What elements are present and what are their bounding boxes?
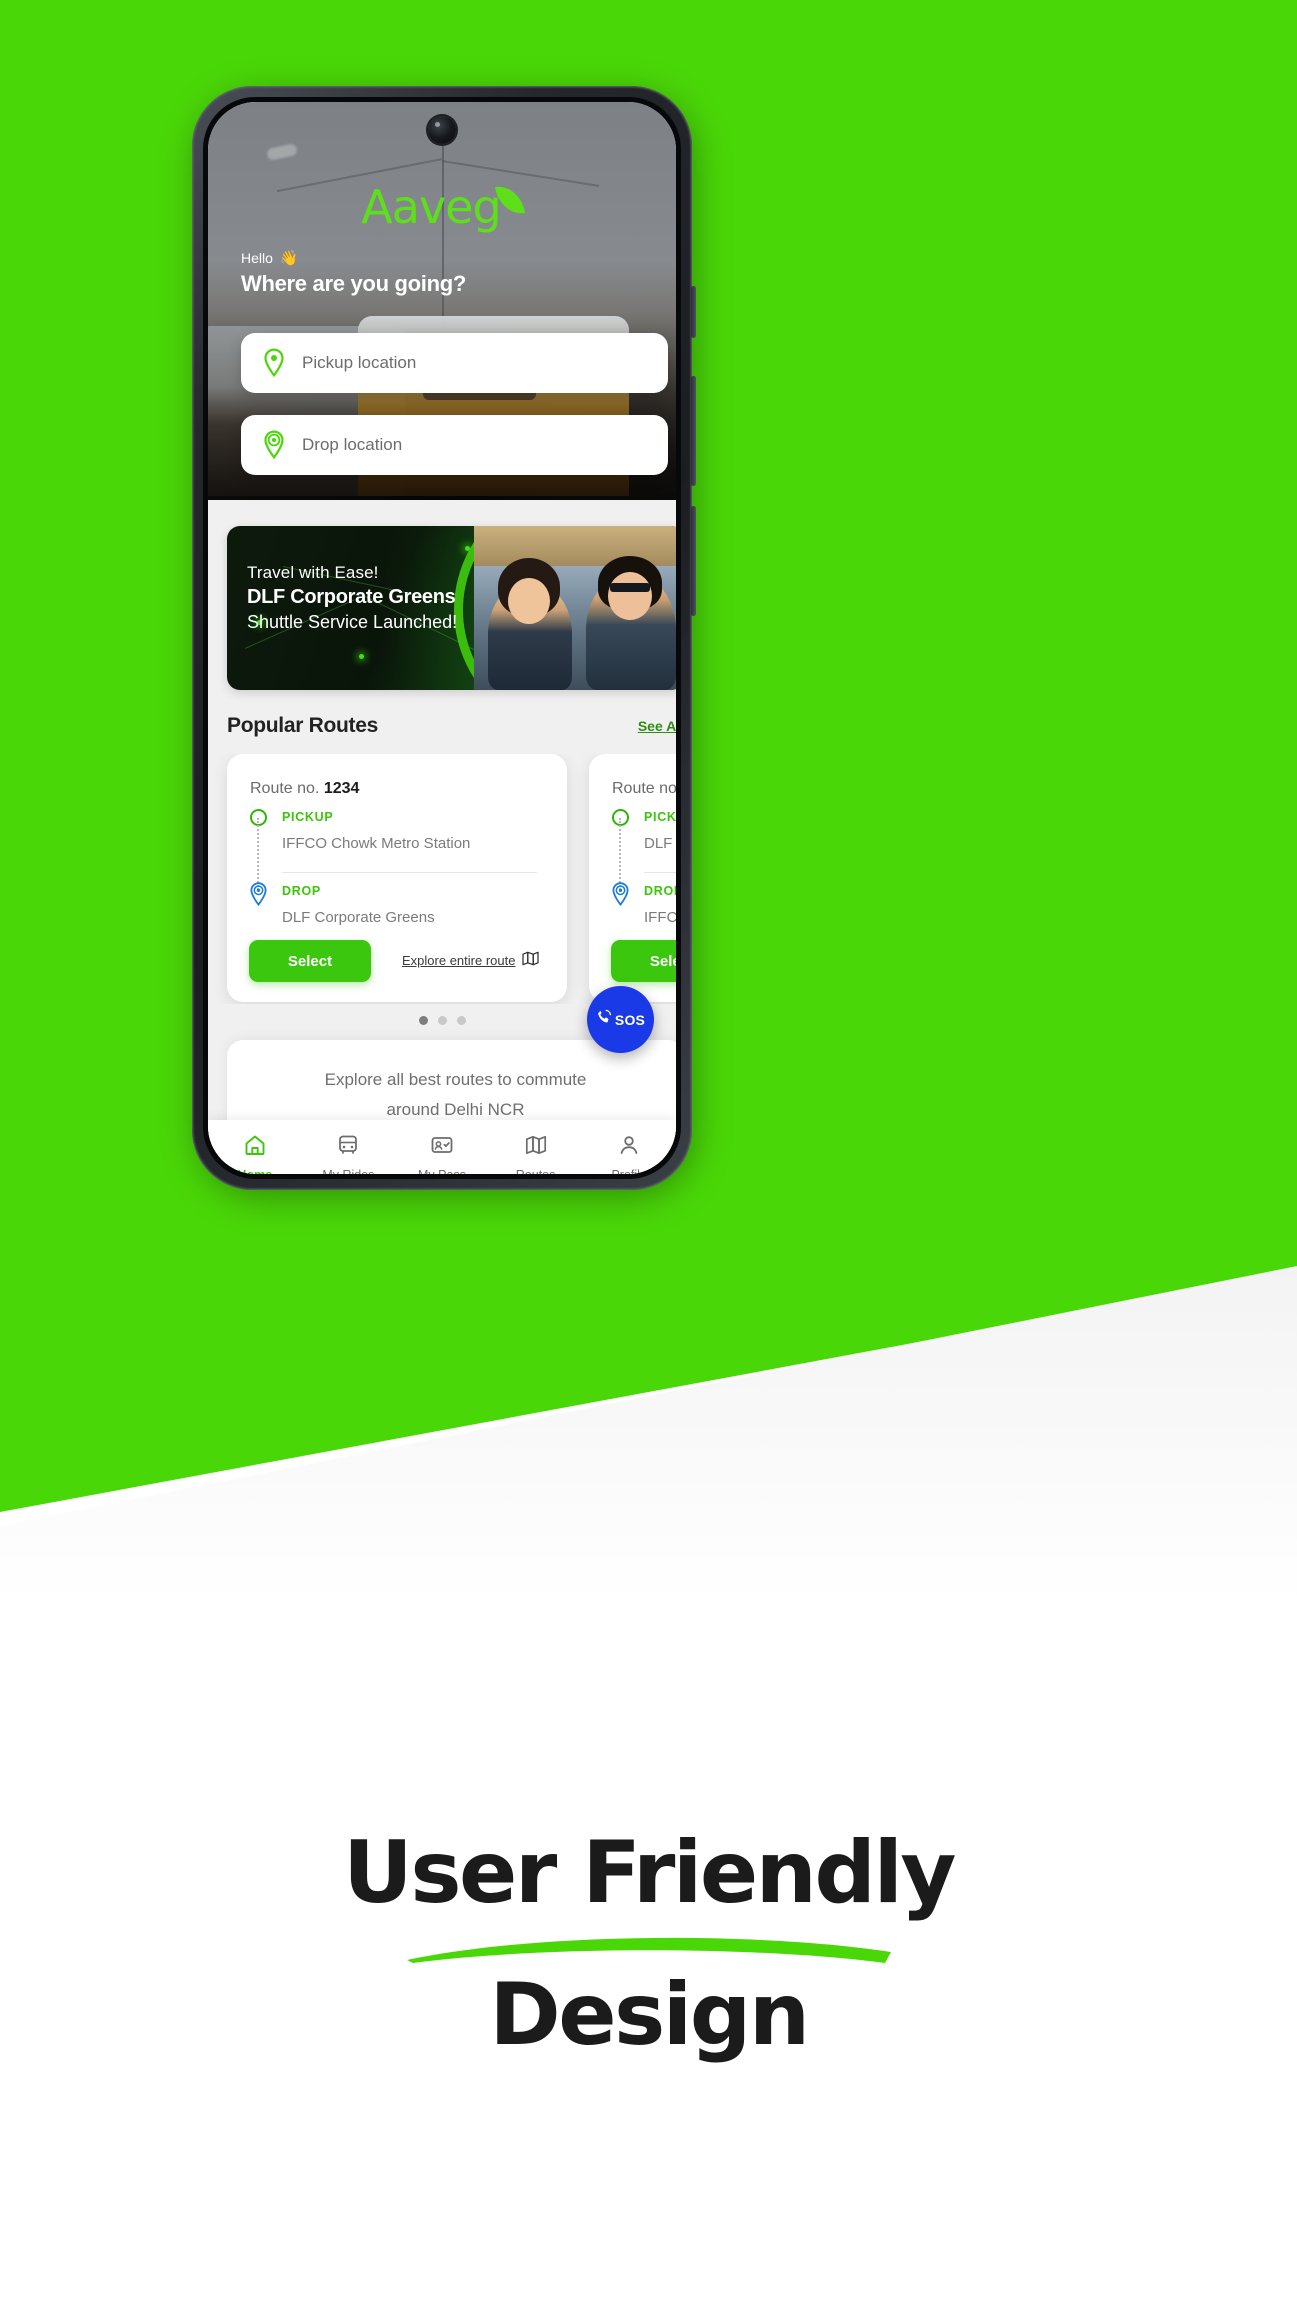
nav-item-my-rides[interactable]: My Rides: [302, 1133, 396, 1174]
drop-location-input[interactable]: Drop location: [241, 415, 668, 475]
promo-text-block: Travel with Ease! DLF Corporate Greens S…: [247, 563, 457, 633]
carousel-dot-1[interactable]: [418, 1016, 428, 1025]
nav-label-my-rides: My Rides: [322, 1168, 374, 1174]
route-dotted-track: [619, 818, 621, 890]
pickup-label: PICKUP: [644, 810, 676, 824]
popular-routes-header: Popular Routes See All: [227, 714, 676, 738]
street-pole-vertical: [442, 146, 444, 326]
promo-person-right-glasses: [610, 583, 650, 592]
greeting-block: Hello 👋 Where are you going?: [241, 250, 466, 297]
drop-value: IFFCO C: [644, 909, 676, 926]
drop-pin-icon: [611, 882, 630, 907]
greeting-row: Hello 👋: [241, 250, 466, 266]
carousel-dot-3[interactable]: [456, 1016, 466, 1025]
carousel-dot-2[interactable]: [437, 1016, 447, 1025]
nav-item-routes[interactable]: Routes: [489, 1133, 583, 1174]
drop-placeholder-text: Drop location: [302, 435, 403, 454]
phone-side-button-volume-up[interactable]: [691, 376, 696, 486]
drop-label: DROP: [282, 884, 321, 898]
nav-item-home[interactable]: Home: [208, 1133, 302, 1174]
caption-line-2: Design: [489, 1965, 810, 2065]
pickup-pin-icon: [263, 348, 285, 378]
greeting-question: Where are you going?: [241, 271, 467, 296]
route-number-line: Route no. 1234: [250, 780, 359, 798]
nav-item-my-pass[interactable]: My Pass: [395, 1133, 489, 1174]
hero-header: Aaveg Hello 👋 Where are you going? Picku…: [208, 102, 676, 500]
nav-label-routes: Routes: [516, 1168, 556, 1174]
street-lamp: [265, 143, 298, 161]
pickup-location-input[interactable]: Pickup location: [241, 333, 668, 393]
home-icon: [243, 1133, 267, 1162]
phone-frame: Aaveg Hello 👋 Where are you going? Picku…: [192, 86, 696, 1190]
route-card[interactable]: Route no. 12: [589, 754, 676, 1002]
explore-entire-route-label: Explore entire route: [402, 952, 516, 968]
phone-bezel: Aaveg Hello 👋 Where are you going? Picku…: [203, 97, 681, 1179]
pickup-value: DLF Co: [644, 835, 676, 852]
select-route-button[interactable]: Select: [249, 940, 371, 982]
route-number-prefix: Route no.: [250, 780, 320, 797]
person-icon: [617, 1133, 641, 1162]
explore-panel-line-1: Explore all best routes to commute: [324, 1070, 587, 1089]
decorative-dot: [359, 654, 364, 659]
pickup-value: IFFCO Chowk Metro Station: [282, 835, 471, 852]
nav-label-profile: Profile: [611, 1168, 646, 1174]
bus-icon: [336, 1133, 360, 1162]
pickup-placeholder-text: Pickup location: [302, 353, 417, 372]
promo-line-1: Travel with Ease!: [247, 563, 379, 582]
promo-photo: [474, 526, 676, 690]
see-all-link[interactable]: See All: [638, 718, 676, 734]
drop-pin-icon: [263, 430, 285, 460]
route-number-prefix: Route no.: [612, 780, 676, 797]
explore-entire-route-link[interactable]: Explore entire route: [402, 951, 540, 969]
app-logo: Aaveg: [208, 180, 676, 234]
promo-banner[interactable]: Travel with Ease! DLF Corporate Greens S…: [227, 526, 676, 690]
route-separator: [644, 872, 676, 873]
promo-line-3: Shuttle Service Launched!: [247, 612, 458, 632]
greeting-hello: Hello: [241, 250, 273, 266]
sos-button[interactable]: SOS: [587, 986, 654, 1053]
map-icon: [524, 1133, 548, 1162]
explore-panel-line-2: around Delhi NCR: [386, 1100, 525, 1119]
route-dotted-track: [257, 818, 259, 890]
nav-label-my-pass: My Pass: [418, 1168, 466, 1174]
popular-routes-title: Popular Routes: [227, 714, 378, 737]
bottom-navigation: Home: [208, 1120, 676, 1174]
caption-line-1: User Friendly: [343, 1823, 957, 1923]
app-body: Travel with Ease! DLF Corporate Greens S…: [208, 500, 676, 1174]
phone-side-button-power[interactable]: [691, 286, 696, 338]
nav-label-home: Home: [237, 1168, 272, 1174]
phone-call-icon: [596, 1009, 612, 1030]
route-number-line: Route no. 12: [612, 780, 676, 798]
drop-value: DLF Corporate Greens: [282, 909, 435, 926]
app-logo-text: Aaveg: [361, 180, 501, 234]
nav-item-profile[interactable]: Profile: [582, 1133, 676, 1174]
drop-pin-icon: [249, 882, 268, 907]
front-camera-punchhole: [428, 116, 456, 144]
map-icon: [522, 951, 540, 969]
select-route-button[interactable]: Select: [611, 940, 676, 982]
app-screen: Aaveg Hello 👋 Where are you going? Picku…: [208, 102, 676, 1174]
green-swoosh-underline: [399, 1930, 899, 1964]
pickup-label: PICKUP: [282, 810, 334, 824]
route-number-value: 1234: [323, 780, 360, 797]
promo-person-right-face: [608, 572, 652, 620]
route-card[interactable]: Route no. 1234 PICKUP IFFCO Chowk Metro …: [227, 754, 567, 1002]
id-card-icon: [430, 1133, 454, 1162]
phone-side-button-volume-down[interactable]: [691, 506, 696, 616]
drop-label: DROP: [644, 884, 676, 898]
route-separator: [282, 872, 537, 873]
promo-line-2: DLF Corporate Greens: [247, 586, 456, 608]
wave-emoji-icon: 👋: [279, 249, 299, 267]
sos-label: SOS: [614, 1011, 646, 1028]
marketing-caption: User Friendly Design: [0, 1830, 1297, 2058]
promo-person-left-face: [508, 578, 550, 624]
route-cards-carousel[interactable]: Route no. 1234 PICKUP IFFCO Chowk Metro …: [208, 754, 676, 1004]
phone-mockup: Aaveg Hello 👋 Where are you going? Picku…: [192, 86, 700, 1196]
